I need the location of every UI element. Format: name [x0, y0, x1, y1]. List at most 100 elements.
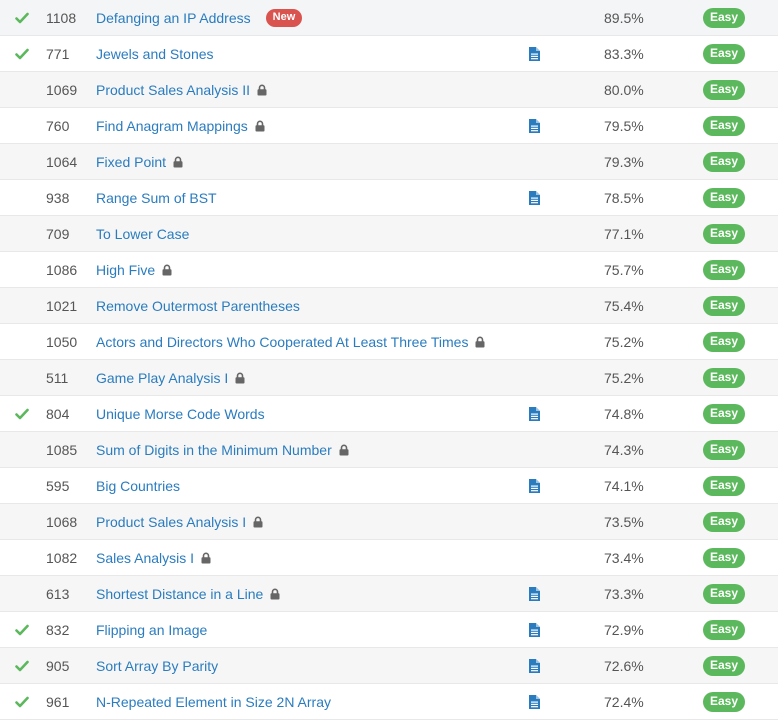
status-cell	[13, 252, 31, 287]
difficulty-badge: Easy	[703, 151, 745, 172]
difficulty-badge: Easy	[703, 331, 745, 352]
difficulty-cell: Easy	[703, 36, 745, 71]
title-cell: Remove Outermost Parentheses	[96, 288, 300, 323]
solution-cell	[527, 324, 541, 359]
problem-id: 1085	[46, 441, 78, 458]
status-cell	[13, 396, 31, 431]
table-row: 1085 Sum of Digits in the Minimum Number…	[0, 432, 778, 468]
table-row: 961 N-Repeated Element in Size 2N Array …	[0, 684, 778, 720]
new-badge: New	[265, 8, 303, 27]
problem-title-link[interactable]: Actors and Directors Who Cooperated At L…	[96, 334, 468, 350]
title-cell: To Lower Case	[96, 216, 189, 251]
problem-title-link[interactable]: Range Sum of BST	[96, 190, 217, 206]
title-cell: N-Repeated Element in Size 2N Array	[96, 684, 331, 719]
title-cell: Product Sales Analysis I	[96, 504, 263, 539]
check-icon	[15, 12, 29, 23]
problem-title-link[interactable]: Sum of Digits in the Minimum Number	[96, 442, 332, 458]
status-cell	[13, 504, 31, 539]
problem-id: 613	[46, 585, 70, 602]
problem-title-link[interactable]: High Five	[96, 262, 155, 278]
table-row: 760 Find Anagram Mappings 79.5% Easy	[0, 108, 778, 144]
problem-title-link[interactable]: Jewels and Stones	[96, 46, 214, 62]
difficulty-badge: Easy	[703, 367, 745, 388]
problem-title-link[interactable]: To Lower Case	[96, 226, 189, 242]
problem-title-link[interactable]: Fixed Point	[96, 154, 166, 170]
problem-title-link[interactable]: Find Anagram Mappings	[96, 118, 248, 134]
problem-id: 1069	[46, 81, 78, 98]
table-row: 1050 Actors and Directors Who Cooperated…	[0, 324, 778, 360]
title-cell: Actors and Directors Who Cooperated At L…	[96, 324, 485, 359]
title-cell: Shortest Distance in a Line	[96, 576, 280, 611]
table-row: 1108 Defanging an IP Address New 89.5% E…	[0, 0, 778, 36]
solution-cell	[527, 144, 541, 179]
solution-cell	[527, 612, 541, 647]
lock-icon	[201, 552, 211, 563]
lock-icon	[339, 444, 349, 455]
solution-article-icon[interactable]	[528, 406, 540, 421]
solution-cell	[527, 0, 541, 35]
status-cell	[13, 36, 31, 71]
problem-title-link[interactable]: Sort Array By Parity	[96, 658, 218, 674]
problem-id: 804	[46, 405, 70, 422]
status-cell	[13, 144, 31, 179]
difficulty-badge: Easy	[703, 115, 745, 136]
difficulty-cell: Easy	[703, 612, 745, 647]
difficulty-badge: Easy	[703, 439, 745, 460]
problem-id: 905	[46, 657, 70, 674]
problem-title-link[interactable]: Sales Analysis I	[96, 550, 194, 566]
title-cell: Find Anagram Mappings	[96, 108, 265, 143]
problem-title-link[interactable]: Remove Outermost Parentheses	[96, 298, 300, 314]
problem-title-link[interactable]: Product Sales Analysis II	[96, 82, 250, 98]
difficulty-cell: Easy	[703, 252, 745, 287]
difficulty-cell: Easy	[703, 288, 745, 323]
solution-article-icon[interactable]	[528, 586, 540, 601]
problem-title-link[interactable]: Shortest Distance in a Line	[96, 586, 263, 602]
solution-article-icon[interactable]	[528, 478, 540, 493]
difficulty-cell: Easy	[703, 72, 745, 107]
solution-article-icon[interactable]	[528, 118, 540, 133]
problem-title-link[interactable]: Product Sales Analysis I	[96, 514, 246, 530]
title-cell: Game Play Analysis I	[96, 360, 245, 395]
problem-title-link[interactable]: Game Play Analysis I	[96, 370, 228, 386]
status-cell	[13, 0, 31, 35]
problem-id: 1021	[46, 297, 78, 314]
solution-cell	[527, 108, 541, 143]
acceptance-rate: 78.5%	[604, 189, 644, 206]
acceptance-rate: 72.9%	[604, 621, 644, 638]
acceptance-rate: 75.4%	[604, 297, 644, 314]
status-cell	[13, 72, 31, 107]
difficulty-cell: Easy	[703, 468, 745, 503]
table-row: 1082 Sales Analysis I 73.4% Easy	[0, 540, 778, 576]
difficulty-badge: Easy	[703, 403, 745, 424]
problem-id: 961	[46, 693, 70, 710]
problem-title-link[interactable]: Big Countries	[96, 478, 180, 494]
lock-icon	[255, 120, 265, 131]
table-row: 804 Unique Morse Code Words 74.8% Easy	[0, 396, 778, 432]
acceptance-rate: 83.3%	[604, 45, 644, 62]
problem-id: 595	[46, 477, 70, 494]
status-cell	[13, 648, 31, 683]
problem-id: 938	[46, 189, 70, 206]
acceptance-rate: 75.2%	[604, 333, 644, 350]
acceptance-rate: 73.5%	[604, 513, 644, 530]
solution-article-icon[interactable]	[528, 694, 540, 709]
difficulty-badge: Easy	[703, 511, 745, 532]
acceptance-rate: 73.4%	[604, 549, 644, 566]
difficulty-badge: Easy	[703, 259, 745, 280]
solution-cell	[527, 504, 541, 539]
title-cell: Defanging an IP Address New	[96, 0, 303, 35]
solution-article-icon[interactable]	[528, 658, 540, 673]
difficulty-cell: Easy	[703, 504, 745, 539]
solution-article-icon[interactable]	[528, 622, 540, 637]
acceptance-rate: 79.5%	[604, 117, 644, 134]
solution-article-icon[interactable]	[528, 190, 540, 205]
problem-id: 1064	[46, 153, 78, 170]
solution-article-icon[interactable]	[528, 46, 540, 61]
difficulty-badge: Easy	[703, 619, 745, 640]
problem-title-link[interactable]: Flipping an Image	[96, 622, 207, 638]
problem-title-link[interactable]: N-Repeated Element in Size 2N Array	[96, 694, 331, 710]
lock-icon	[173, 156, 183, 167]
problem-title-link[interactable]: Defanging an IP Address	[96, 10, 251, 26]
problem-title-link[interactable]: Unique Morse Code Words	[96, 406, 265, 422]
problem-id: 760	[46, 117, 70, 134]
